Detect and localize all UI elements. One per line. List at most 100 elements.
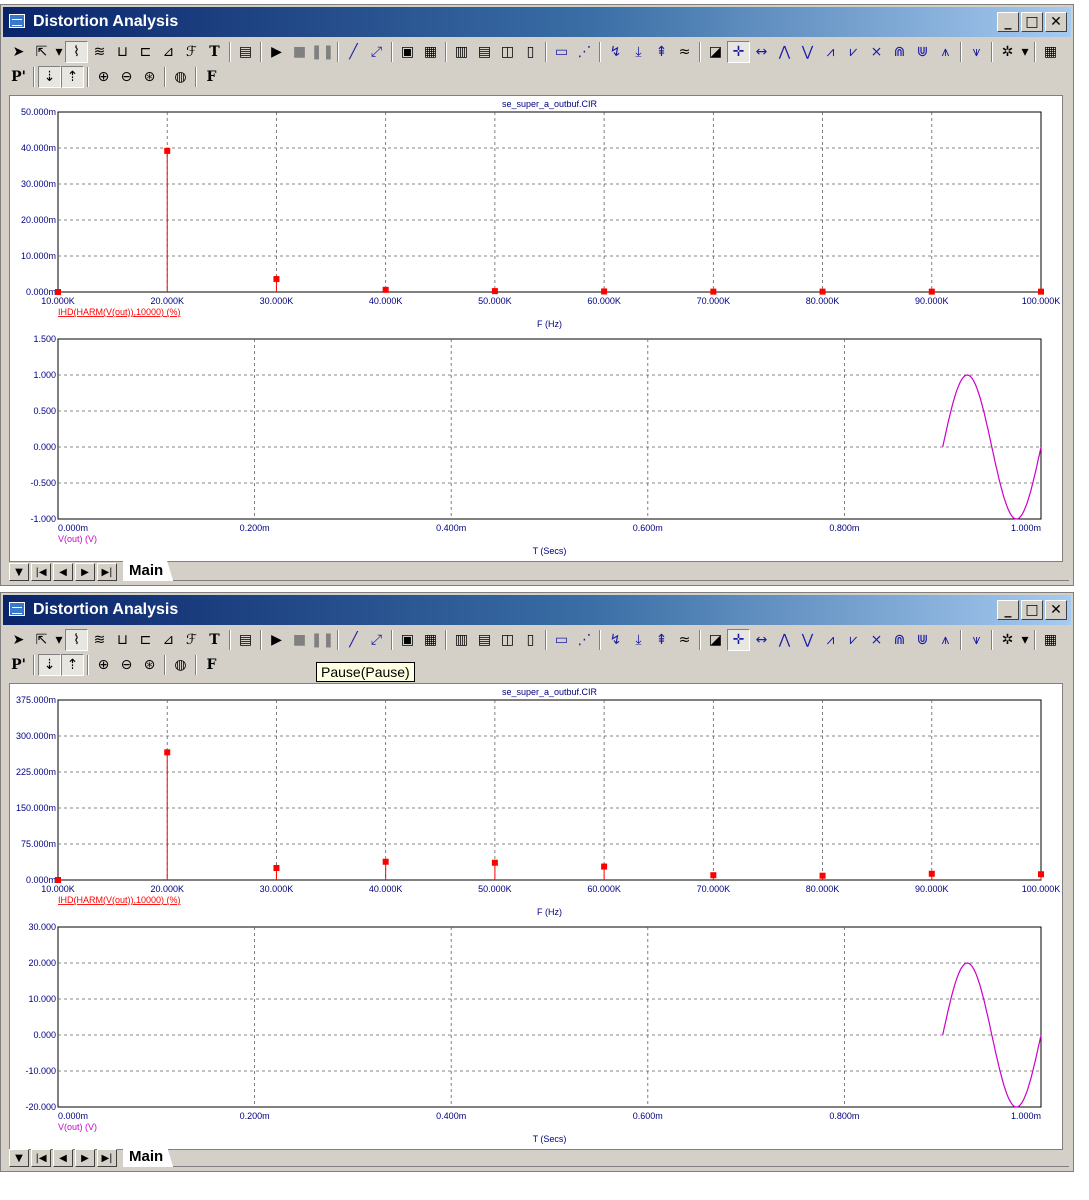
fourier-icon[interactable]: ℱ <box>180 629 203 651</box>
box-icon[interactable]: ▣ <box>396 41 419 63</box>
inflection-icon[interactable]: ⨯ <box>865 41 888 63</box>
table-icon[interactable]: ▦ <box>1039 629 1062 651</box>
properties-icon[interactable]: ▤ <box>234 629 257 651</box>
settings-icon[interactable]: ✲ <box>996 629 1019 651</box>
low-icon[interactable]: ⩗ <box>842 629 865 651</box>
run-icon[interactable]: ▶ <box>265 41 288 63</box>
point-tag-icon[interactable]: ⊿ <box>157 41 180 63</box>
nav-next-icon[interactable]: ▶ <box>75 1149 95 1167</box>
bottom-icon[interactable]: ⩛ <box>965 41 988 63</box>
pause-icon[interactable]: ❚❚ <box>311 41 334 63</box>
cursor-left-icon[interactable]: ↯ <box>604 41 627 63</box>
vgrid-icon[interactable]: ▥ <box>450 41 473 63</box>
close-button[interactable]: ✕ <box>1045 12 1067 32</box>
tag-icon[interactable]: ⊔ <box>111 41 134 63</box>
chart-icon[interactable]: ◪ <box>704 629 727 651</box>
font-f-icon[interactable]: F <box>200 66 223 88</box>
dropdown-icon[interactable]: ▾ <box>53 629 65 651</box>
cursor-mode-icon[interactable]: ✛ <box>727 41 750 63</box>
cursor-left-icon[interactable]: ↯ <box>604 629 627 651</box>
dropdown-icon[interactable]: ▾ <box>53 41 65 63</box>
cursor-right-icon[interactable]: ⤓ <box>627 629 650 651</box>
plot-mode-icon[interactable]: ⌇ <box>65 41 88 63</box>
select-arrow-icon[interactable]: ➤ <box>7 629 30 651</box>
text-tool-icon[interactable]: T <box>203 629 226 651</box>
maximize-button[interactable]: □ <box>1021 12 1043 32</box>
rectangle-icon[interactable]: ▭ <box>550 629 573 651</box>
wave-icon[interactable]: ≈ <box>673 629 696 651</box>
bottom-icon[interactable]: ⩛ <box>965 629 988 651</box>
settings-icon[interactable]: ✲ <box>996 41 1019 63</box>
valley-icon[interactable]: ⋁ <box>796 629 819 651</box>
point-tag-icon[interactable]: ⊿ <box>157 629 180 651</box>
minimize-button[interactable]: _ <box>997 12 1019 32</box>
cursor-mode-icon[interactable]: ✛ <box>727 629 750 651</box>
diagonal-line-icon[interactable]: ⤢ <box>365 41 388 63</box>
top-icon[interactable]: ⩚ <box>934 41 957 63</box>
stop-icon[interactable]: ■ <box>288 41 311 63</box>
waveform-icon[interactable]: ≋ <box>88 41 111 63</box>
maximize-button[interactable]: □ <box>1021 600 1043 620</box>
p-icon[interactable]: P' <box>7 66 30 88</box>
diagonal-line-icon[interactable]: ⤢ <box>365 629 388 651</box>
properties-icon[interactable]: ▤ <box>234 41 257 63</box>
cursor-a-icon[interactable]: ⇣ <box>38 654 61 676</box>
slope-icon[interactable]: ⋰ <box>573 41 596 63</box>
cursor-peak-icon[interactable]: ⇞ <box>650 629 673 651</box>
nav-last-icon[interactable]: ▶| <box>97 563 117 581</box>
cursor-b-icon[interactable]: ⇡ <box>61 654 84 676</box>
line-icon[interactable]: ╱ <box>342 41 365 63</box>
global-low-icon[interactable]: ⋓ <box>911 629 934 651</box>
zoom-in-icon[interactable]: ⊕ <box>92 66 115 88</box>
split-icon[interactable]: ◫ <box>496 629 519 651</box>
cursor-right-icon[interactable]: ⤓ <box>627 41 650 63</box>
split-icon[interactable]: ◫ <box>496 41 519 63</box>
nav-first-icon[interactable]: |◀ <box>31 563 51 581</box>
high-icon[interactable]: ⩘ <box>819 629 842 651</box>
global-high-icon[interactable]: ⋒ <box>888 41 911 63</box>
plot-mode-icon[interactable]: ⌇ <box>65 629 88 651</box>
global-low-icon[interactable]: ⋓ <box>911 41 934 63</box>
nav-first-icon[interactable]: |◀ <box>31 1149 51 1167</box>
peak-icon[interactable]: ⋀ <box>773 41 796 63</box>
dropdown2-icon[interactable]: ▾ <box>1019 629 1031 651</box>
dropdown2-icon[interactable]: ▾ <box>1019 41 1031 63</box>
box-icon[interactable]: ▣ <box>396 629 419 651</box>
high-icon[interactable]: ⩘ <box>819 41 842 63</box>
zoom-out-icon[interactable]: ⊖ <box>115 654 138 676</box>
component-icon[interactable]: ⊏ <box>134 629 157 651</box>
plot-area[interactable]: se_super_a_outbuf.CIR 0.000m 10.000m 20.000… <box>9 95 1063 562</box>
vgrid-icon[interactable]: ▥ <box>450 629 473 651</box>
cursor-next-icon[interactable]: ↔ <box>750 629 773 651</box>
font-f-icon[interactable]: F <box>200 654 223 676</box>
nav-prev-icon[interactable]: ◀ <box>53 563 73 581</box>
peak-icon[interactable]: ⋀ <box>773 629 796 651</box>
line-icon[interactable]: ╱ <box>342 629 365 651</box>
zoom-fit-icon[interactable]: ⊛ <box>138 654 161 676</box>
plot-area[interactable]: se_super_a_outbuf.CIR 0.000m 75.000m 150.00… <box>9 683 1063 1150</box>
cursor-b-icon[interactable]: ⇡ <box>61 66 84 88</box>
minimize-button[interactable]: _ <box>997 600 1019 620</box>
low-icon[interactable]: ⩗ <box>842 41 865 63</box>
cursor-peak-icon[interactable]: ⇞ <box>650 41 673 63</box>
cursor-a-icon[interactable]: ⇣ <box>38 66 61 88</box>
select-arrow-icon[interactable]: ➤ <box>7 41 30 63</box>
fourier-icon[interactable]: ℱ <box>180 41 203 63</box>
title-bar[interactable]: Distortion Analysis _ □ ✕ <box>3 595 1071 625</box>
zoom-fit-icon[interactable]: ⊛ <box>138 66 161 88</box>
wave-icon[interactable]: ≈ <box>673 41 696 63</box>
table-icon[interactable]: ▦ <box>1039 41 1062 63</box>
nav-menu-icon[interactable]: ▼ <box>9 563 29 581</box>
cursor-next-icon[interactable]: ↔ <box>750 41 773 63</box>
close-button[interactable]: ✕ <box>1045 600 1067 620</box>
pause-icon[interactable]: ❚❚ <box>311 629 334 651</box>
tab-main[interactable]: Main <box>123 1147 174 1167</box>
hgrid-icon[interactable]: ▤ <box>473 41 496 63</box>
valley-icon[interactable]: ⋁ <box>796 41 819 63</box>
global-high-icon[interactable]: ⋒ <box>888 629 911 651</box>
nav-prev-icon[interactable]: ◀ <box>53 1149 73 1167</box>
palette-icon[interactable]: ◍ <box>169 654 192 676</box>
hgrid-icon[interactable]: ▤ <box>473 629 496 651</box>
nav-menu-icon[interactable]: ▼ <box>9 1149 29 1167</box>
chart-icon[interactable]: ◪ <box>704 41 727 63</box>
